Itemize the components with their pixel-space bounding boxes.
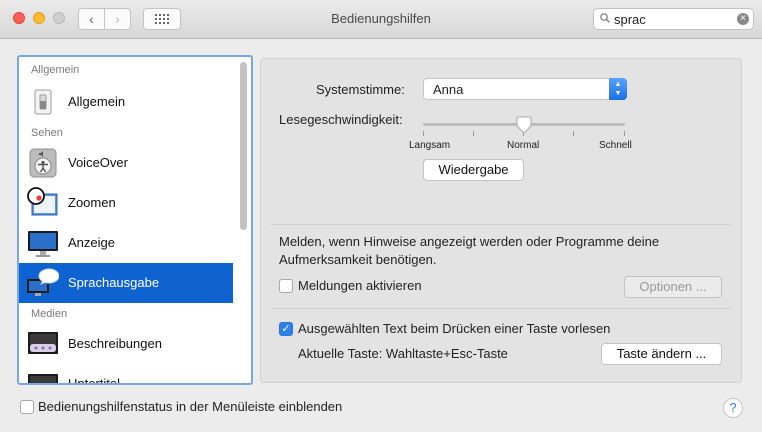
speak-selection-checkbox[interactable]: ✓ (279, 322, 293, 336)
sidebar-item-speech[interactable]: Sprachausgabe (19, 263, 233, 303)
category-list[interactable]: Allgemein Allgemein Sehen VoiceOver Zoom… (17, 55, 253, 385)
sidebar-item-label: Allgemein (68, 94, 126, 109)
announcements-checkbox[interactable] (279, 279, 293, 293)
menu-bar-status-label[interactable]: Bedienungshilfenstatus in der Menüleiste… (38, 399, 342, 414)
speech-settings-panel: Systemstimme: Anna ▲ ▼ Lesegeschwindigkei… (260, 58, 742, 383)
play-button[interactable]: Wiedergabe (423, 159, 524, 181)
slider-tick (573, 131, 574, 136)
sidebar-item-descriptions[interactable]: Beschreibungen (19, 324, 233, 364)
voice-label: Systemstimme: (316, 82, 405, 97)
preferences-window: ‹ › Bedienungshilfen × Allgemein Allgeme… (0, 0, 762, 432)
section-header-vision: Sehen (31, 127, 63, 139)
divider (271, 308, 731, 309)
sidebar-item-label: Zoomen (68, 195, 116, 210)
change-key-button[interactable]: Taste ändern ... (601, 343, 722, 365)
tick-label-normal: Normal (507, 140, 540, 151)
sidebar-scrollbar[interactable] (240, 62, 247, 230)
popup-arrows-icon: ▲ ▼ (609, 78, 627, 100)
voiceover-icon (29, 148, 57, 178)
rate-slider-knob[interactable] (516, 116, 532, 134)
sidebar-item-label: Sprachausgabe (68, 275, 160, 290)
clear-search-icon[interactable]: × (737, 13, 749, 25)
section-header-media: Medien (31, 308, 68, 320)
speak-selection-checkbox-label[interactable]: Ausgewählten Text beim Drücken einer Tas… (298, 321, 610, 336)
search-icon (600, 13, 610, 23)
subtitles-icon (28, 374, 58, 383)
display-icon (28, 231, 58, 257)
help-button[interactable]: ? (723, 398, 743, 418)
sidebar-item-general[interactable]: Allgemein (19, 82, 233, 122)
slider-tick (423, 131, 424, 136)
section-header-general: Allgemein (31, 64, 80, 76)
rate-label: Lesegeschwindigkeit: (279, 112, 403, 127)
sidebar-item-subtitles[interactable]: Untertitel (19, 364, 233, 385)
title-bar: ‹ › Bedienungshilfen × (0, 0, 762, 39)
sidebar-item-label: Beschreibungen (68, 336, 162, 351)
voice-popup[interactable]: Anna ▲ ▼ (423, 78, 627, 100)
descriptions-icon (28, 332, 58, 354)
search-field[interactable]: × (593, 8, 754, 30)
divider (271, 224, 731, 225)
current-key-label: Aktuelle Taste: Wahltaste+Esc-Taste (298, 346, 508, 361)
sidebar-item-zoom[interactable]: Zoomen (19, 183, 233, 223)
magnifier-icon (27, 187, 58, 216)
announcements-checkbox-label[interactable]: Meldungen aktivieren (298, 278, 422, 293)
voice-value: Anna (433, 82, 464, 97)
sidebar-item-display[interactable]: Anzeige (19, 223, 233, 263)
tick-label-slow: Langsam (409, 140, 451, 151)
menu-bar-status-checkbox[interactable] (20, 400, 34, 414)
sidebar-item-label: Anzeige (68, 235, 115, 250)
search-input[interactable] (614, 9, 724, 29)
sidebar-item-label: Untertitel (68, 376, 121, 385)
switch-icon (34, 89, 52, 115)
sidebar-item-voiceover[interactable]: VoiceOver (19, 143, 233, 183)
options-button[interactable]: Optionen ... (624, 276, 722, 298)
slider-tick (624, 131, 625, 136)
speech-icon (27, 268, 59, 296)
slider-tick (473, 131, 474, 136)
tick-label-fast: Schnell (599, 140, 632, 151)
announcement-description: Melden, wenn Hinweise angezeigt werden o… (279, 234, 660, 267)
sidebar-item-label: VoiceOver (68, 155, 128, 170)
